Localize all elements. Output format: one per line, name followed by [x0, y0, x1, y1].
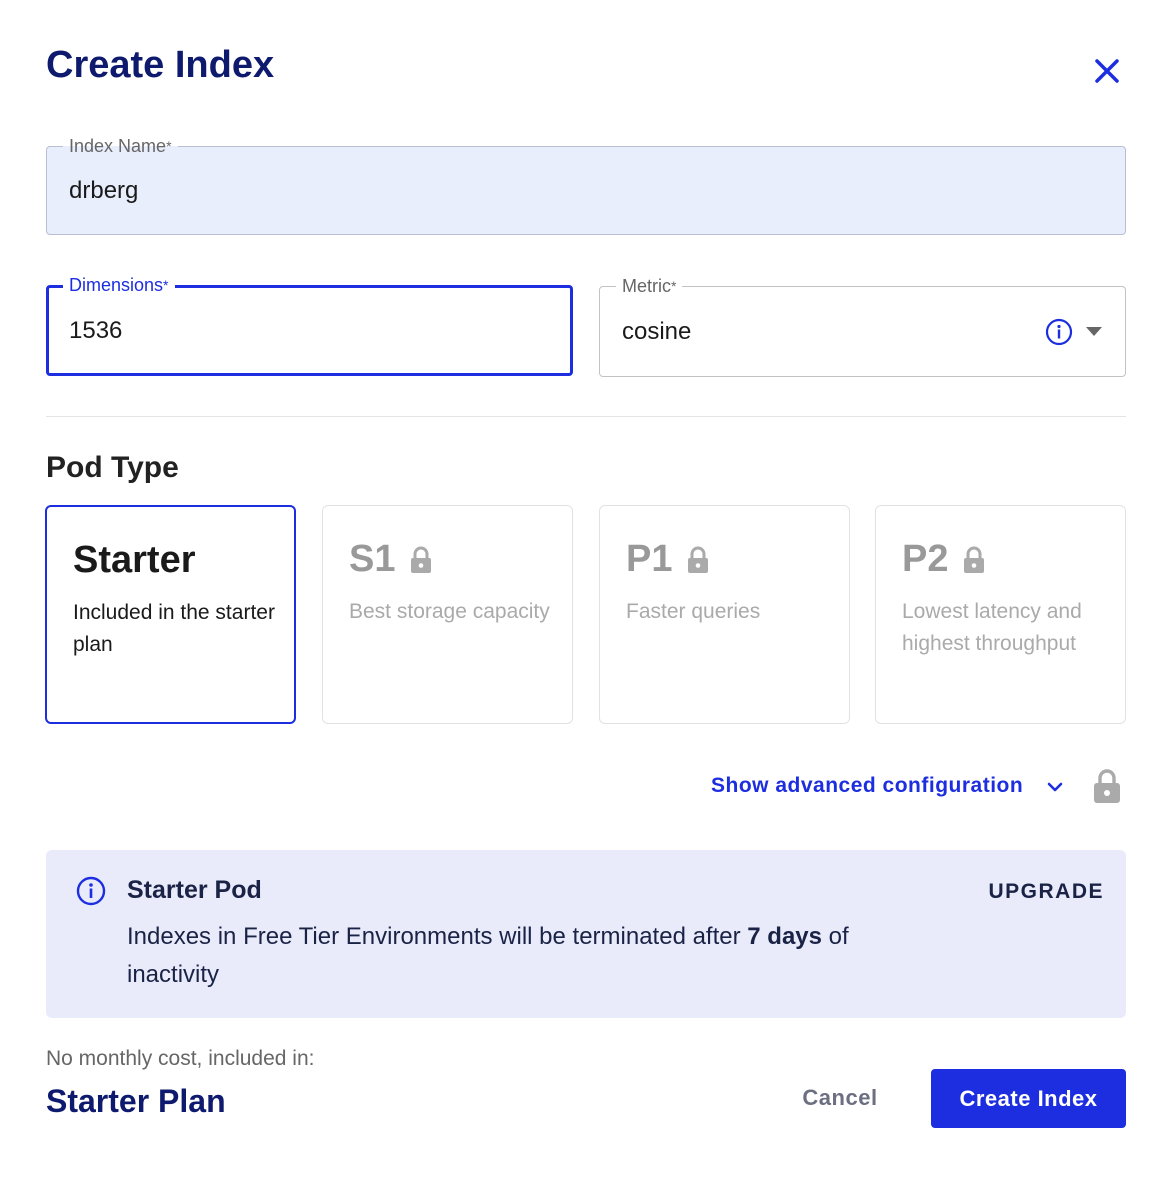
starter-pod-alert: Starter Pod UPGRADE Indexes in Free Tier… [46, 850, 1126, 1018]
pod-description: Best storage capacity [349, 600, 550, 623]
caret-down-icon[interactable] [1086, 327, 1102, 336]
show-advanced-configuration-link[interactable]: Show advanced configuration [711, 774, 1023, 798]
pod-description: Included in the starter plan [73, 601, 275, 656]
close-icon[interactable] [1088, 52, 1126, 90]
pod-type-title: Pod Type [46, 451, 179, 484]
pod-name: P2 [902, 538, 986, 581]
dimensions-field[interactable]: Dimensions* 1536 [46, 274, 573, 376]
dimensions-value: 1536 [69, 316, 123, 344]
info-icon[interactable] [1045, 318, 1073, 346]
index-name-value: drberg [69, 176, 139, 204]
cancel-button[interactable]: Cancel [780, 1069, 900, 1127]
divider [46, 416, 1126, 417]
lock-icon [688, 546, 709, 573]
index-name-field[interactable]: Index Name* drberg [46, 135, 1126, 235]
info-icon [76, 876, 106, 911]
dialog-title: Create Index [46, 44, 275, 86]
pod-name: P1 [626, 538, 710, 581]
plan-name: Starter Plan [46, 1083, 226, 1119]
alert-title: Starter Pod [127, 876, 262, 904]
chevron-down-icon[interactable] [1046, 780, 1064, 799]
pod-description: Lowest latency and highest throughput [902, 600, 1082, 655]
pod-name: S1 [349, 538, 433, 581]
cost-label: No monthly cost, included in: [46, 1047, 315, 1070]
metric-value: cosine [622, 317, 692, 345]
create-index-button[interactable]: Create Index [931, 1069, 1126, 1128]
lock-icon [411, 546, 432, 573]
pod-card-p2[interactable]: P2 Lowest latency and highest throughput [875, 505, 1126, 724]
lock-icon [964, 546, 985, 573]
pod-name: Starter [73, 539, 196, 581]
pod-card-s1[interactable]: S1 Best storage capacity [322, 505, 573, 724]
pod-description: Faster queries [626, 600, 761, 623]
upgrade-button[interactable]: UPGRADE [988, 880, 1104, 904]
alert-message: Indexes in Free Tier Environments will b… [127, 923, 849, 988]
lock-icon [1092, 768, 1122, 809]
pod-card-starter[interactable]: Starter Included in the starter plan [45, 505, 296, 724]
metric-select[interactable]: Metric* cosine [599, 275, 1126, 377]
pod-card-p1[interactable]: P1 Faster queries [599, 505, 850, 724]
